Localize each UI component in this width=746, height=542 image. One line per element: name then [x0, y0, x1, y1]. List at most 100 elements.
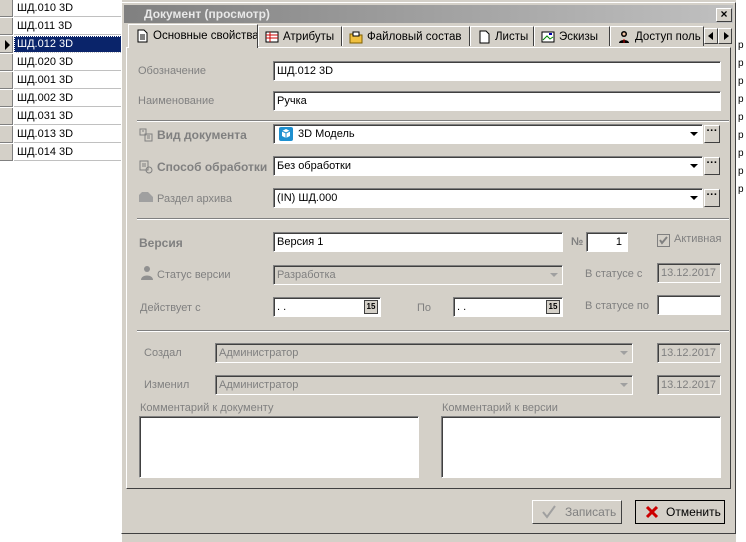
archive-section-select[interactable]: (IN) ШД.000: [273, 188, 703, 208]
checkmark-icon: [659, 236, 668, 245]
list-item[interactable]: ШД.001 3D: [0, 72, 122, 89]
right-column-fragment: p: [738, 76, 744, 87]
doc-type-select[interactable]: 3D Модель: [273, 124, 703, 144]
doc-comment-textarea[interactable]: [139, 416, 419, 478]
list-item[interactable]: ШД.011 3D: [0, 18, 122, 35]
list-item[interactable]: ШД.012 3D: [0, 36, 122, 53]
active-checkbox[interactable]: [657, 234, 670, 247]
archive-section-label: Раздел архива: [157, 193, 233, 205]
created-by-value: Администратор: [219, 347, 299, 359]
in-status-since-label: В статусе с: [585, 268, 643, 280]
list-item-label: ШД.031 3D: [14, 108, 122, 125]
row-indicator[interactable]: [0, 72, 13, 89]
modified-date-field: 13.12.2017: [657, 375, 721, 395]
list-item[interactable]: ШД.014 3D: [0, 144, 122, 161]
save-button[interactable]: Записать: [532, 500, 622, 524]
version-number-label: №: [571, 236, 584, 248]
tab-attributes[interactable]: Атрибуты: [258, 26, 342, 46]
tab-scroller: [704, 28, 732, 44]
chevron-down-icon[interactable]: [687, 191, 701, 205]
calendar-icon[interactable]: 15: [364, 300, 378, 314]
calendar-icon[interactable]: 15: [546, 300, 560, 314]
dialog-title: Документ (просмотр): [144, 7, 270, 21]
user-access-icon: [619, 30, 629, 43]
processing-value: Без обработки: [277, 160, 352, 172]
archive-ellipsis-button[interactable]: ···: [704, 189, 720, 207]
created-by-select: Администратор: [215, 343, 633, 363]
row-indicator[interactable]: [0, 90, 13, 107]
valid-from-field[interactable]: . . 15: [273, 297, 381, 317]
document-icon: [137, 29, 148, 43]
row-indicator[interactable]: [0, 54, 13, 71]
list-item-label: ШД.011 3D: [14, 18, 122, 35]
list-item[interactable]: ШД.002 3D: [0, 90, 122, 107]
in-status-since-field: 13.12.2017: [657, 263, 721, 283]
row-indicator[interactable]: [0, 36, 13, 53]
doc-type-label: Вид документа: [157, 128, 247, 142]
tab-page: Обозначение ШД.012 3D Наименование Ручка…: [126, 47, 731, 489]
document-list: ШД.010 3D ШД.011 3D ШД.012 3D ШД.020 3D ШД.0…: [0, 0, 122, 542]
list-item[interactable]: ШД.010 3D: [0, 0, 122, 17]
valid-to-field[interactable]: . . 15: [453, 297, 563, 317]
designation-field[interactable]: ШД.012 3D: [273, 61, 721, 81]
in-status-until-field[interactable]: [657, 295, 721, 315]
chevron-down-icon[interactable]: [687, 159, 701, 173]
processing-icon: [139, 160, 153, 174]
tab-main-properties[interactable]: Основные свойства: [128, 24, 258, 48]
row-indicator[interactable]: [0, 108, 13, 125]
row-indicator[interactable]: [0, 126, 13, 143]
version-field[interactable]: Версия 1: [273, 232, 563, 252]
right-column-fragment: p: [738, 112, 744, 123]
active-label: Активная: [674, 233, 722, 245]
tab-label: Основные свойства: [153, 30, 258, 42]
designation-label: Обозначение: [138, 65, 207, 77]
created-label: Создал: [144, 347, 182, 359]
row-indicator[interactable]: [0, 0, 13, 17]
processing-ellipsis-button[interactable]: ···: [704, 157, 720, 175]
chevron-down-icon[interactable]: [687, 127, 701, 141]
close-x-icon: [645, 505, 659, 519]
right-column-fragment: p: [738, 58, 744, 69]
version-status-label: Статус версии: [157, 269, 231, 281]
list-item[interactable]: ШД.013 3D: [0, 126, 122, 143]
3d-model-cube-icon: [279, 127, 293, 141]
archive-section-value: (IN) ШД.000: [277, 192, 338, 204]
right-column-fragment: p: [738, 148, 744, 159]
version-status-select[interactable]: Разработка: [273, 265, 563, 285]
list-item[interactable]: ШД.020 3D: [0, 54, 122, 71]
tab-sketches[interactable]: Эскизы: [534, 26, 610, 46]
tab-scroll-right-button[interactable]: [718, 28, 732, 44]
version-comment-textarea[interactable]: [441, 416, 721, 478]
chevron-down-icon: [617, 346, 631, 360]
version-comment-label: Комментарий к версии: [442, 402, 558, 414]
separator: [137, 330, 729, 332]
list-item[interactable]: ШД.031 3D: [0, 108, 122, 125]
name-label: Наименование: [138, 95, 215, 107]
tab-user-access[interactable]: Доступ поль: [610, 26, 704, 46]
tab-sheets[interactable]: Листы: [470, 26, 534, 46]
version-label: Версия: [139, 236, 183, 250]
valid-from-label: Действует с: [140, 302, 201, 314]
checkmark-icon: [542, 505, 556, 519]
row-indicator[interactable]: [0, 144, 13, 161]
name-field[interactable]: Ручка: [273, 91, 721, 111]
right-column-fragment: p: [738, 94, 744, 105]
tab-file-contents[interactable]: Файловый состав: [342, 26, 470, 46]
tab-scroll-left-button[interactable]: [704, 28, 718, 44]
tab-label: Файловый состав: [367, 31, 462, 43]
close-button[interactable]: ×: [716, 8, 732, 22]
version-number-field[interactable]: 1: [586, 232, 628, 252]
doc-type-ellipsis-button[interactable]: ···: [704, 125, 720, 143]
dialog-titlebar[interactable]: Документ (просмотр) ×: [124, 5, 733, 23]
right-column-fragment: p: [738, 166, 744, 177]
chevron-down-icon: [617, 378, 631, 392]
document-type-icon: [139, 128, 153, 142]
row-indicator[interactable]: [0, 18, 13, 35]
chevron-down-icon[interactable]: [547, 268, 561, 282]
list-item-label: ШД.020 3D: [14, 54, 122, 71]
folder-files-icon: [349, 31, 363, 44]
processing-select[interactable]: Без обработки: [273, 156, 703, 176]
modified-by-value: Администратор: [219, 379, 299, 391]
processing-label: Способ обработки: [157, 160, 268, 174]
cancel-button[interactable]: Отменить: [635, 500, 725, 524]
